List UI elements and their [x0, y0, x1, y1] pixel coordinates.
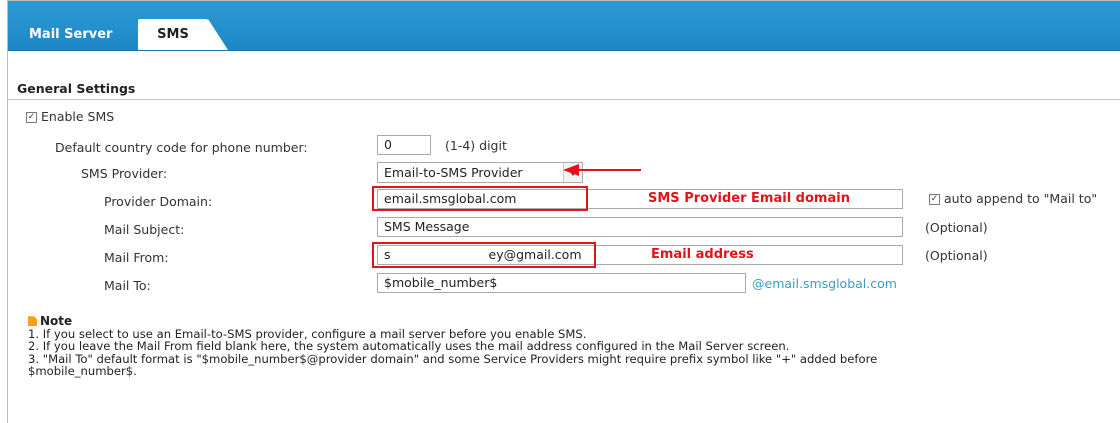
- country-code-label: Default country code for phone number:: [55, 140, 308, 155]
- provider-domain-label: Provider Domain:: [104, 194, 213, 209]
- mail-subject-hint: (Optional): [925, 220, 988, 235]
- section-title: General Settings: [17, 81, 136, 96]
- note-line-3: 3. "Mail To" default format is "$mobile_…: [28, 351, 878, 366]
- mail-from-hint: (Optional): [925, 248, 988, 263]
- country-code-input[interactable]: 0: [377, 135, 431, 155]
- tab-mail-server[interactable]: Mail Server: [29, 19, 112, 50]
- note-line-4: $mobile_number$.: [28, 364, 137, 378]
- note-heading: Note: [28, 315, 877, 328]
- tab-sms-edge: [208, 19, 228, 50]
- sms-provider-value: Email-to-SMS Provider: [384, 165, 523, 180]
- country-code-hint: (1-4) digit: [445, 138, 507, 153]
- check-icon: ✓: [930, 194, 939, 204]
- enable-sms-checkbox[interactable]: ✓: [26, 112, 37, 123]
- note-block: Note 1. If you select to use an Email-to…: [28, 315, 877, 378]
- red-arrow-icon: [563, 164, 641, 176]
- auto-append-checkbox[interactable]: ✓: [929, 194, 940, 205]
- sms-provider-select[interactable]: Email-to-SMS Provider: [377, 162, 583, 183]
- note-line-2: 2. If you leave the Mail From field blan…: [28, 339, 790, 353]
- mail-to-label: Mail To:: [104, 278, 151, 293]
- mail-subject-label: Mail Subject:: [104, 222, 185, 237]
- check-icon: ✓: [27, 112, 36, 122]
- note-title: Note: [40, 314, 73, 328]
- mail-subject-input[interactable]: SMS Message: [377, 217, 903, 237]
- provider-domain-annotation: SMS Provider Email domain: [648, 191, 850, 206]
- mail-from-annotation: Email address: [651, 247, 754, 262]
- enable-sms-label: Enable SMS: [41, 109, 115, 124]
- auto-append-label: auto append to "Mail to": [944, 191, 1098, 206]
- note-icon: [28, 316, 37, 327]
- mail-to-suffix: @email.smsglobal.com: [752, 276, 897, 291]
- sms-provider-label: SMS Provider:: [81, 166, 168, 181]
- mail-from-highlight: [372, 242, 596, 268]
- section-divider: [8, 99, 1120, 100]
- mail-from-label: Mail From:: [104, 250, 169, 265]
- tab-sms[interactable]: SMS: [138, 19, 208, 50]
- provider-domain-highlight: [372, 186, 588, 211]
- sms-settings-panel: Mail Server SMS General Settings ✓ Enabl…: [7, 0, 1120, 423]
- mail-to-input[interactable]: $mobile_number$: [377, 273, 746, 293]
